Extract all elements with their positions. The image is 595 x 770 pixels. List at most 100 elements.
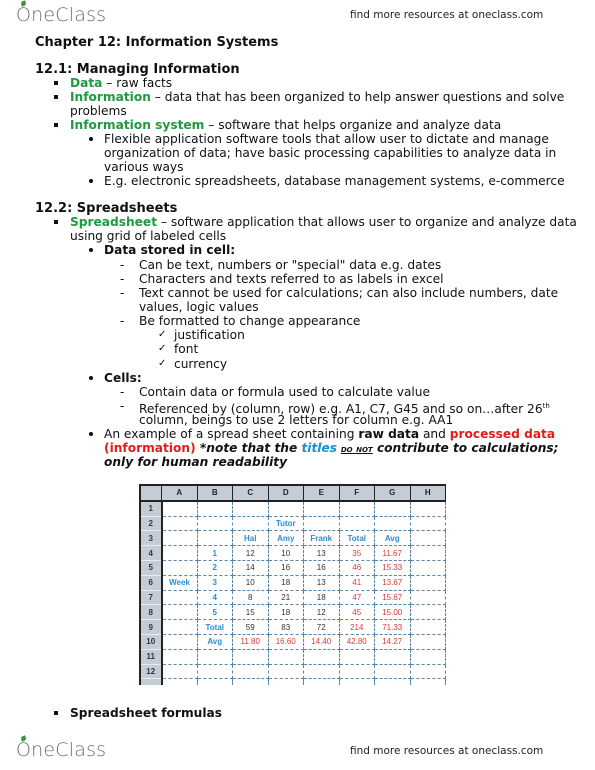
cell xyxy=(268,678,304,686)
cell: 13 xyxy=(303,545,340,561)
sub-item-continuation: organization of data; have basic process… xyxy=(104,146,557,160)
sheet-row: 1 xyxy=(141,500,446,517)
list-item-data: Data – raw facts xyxy=(53,76,172,90)
cell: 12 xyxy=(303,604,340,621)
cell: 47 xyxy=(339,590,375,606)
sub-item: Flexible application software tools that… xyxy=(89,132,549,146)
cell: 14.27 xyxy=(374,634,411,650)
cell: 41 xyxy=(339,575,375,591)
note-text: contribute to calculations; xyxy=(372,441,559,455)
term-data: Data xyxy=(70,76,103,90)
cell: 15.00 xyxy=(374,604,411,621)
column-header-c: C xyxy=(232,486,269,502)
list-item-continuation: problems xyxy=(70,104,127,118)
cell: 35 xyxy=(339,545,375,561)
cell xyxy=(141,678,163,686)
resources-link[interactable]: find more resources at oneclass.com xyxy=(350,9,543,21)
text: An example of a spread sheet containing xyxy=(104,427,359,441)
example-line-1: An example of a spread sheet containing … xyxy=(88,427,556,441)
list-item-continuation: using grid of labeled cells xyxy=(70,229,227,243)
column-header-e: E xyxy=(303,486,340,502)
cell xyxy=(161,649,198,665)
corner-cell xyxy=(141,486,162,502)
cells-heading: Cells: xyxy=(89,371,142,385)
cell: 15.33 xyxy=(374,560,411,576)
oneclass-logo[interactable]: OneClass xyxy=(16,735,107,761)
sheet-row: 11 xyxy=(141,649,446,665)
sub-item-continuation: various ways xyxy=(104,160,184,174)
cell xyxy=(374,500,411,517)
cell: 2 xyxy=(197,560,233,576)
cell xyxy=(339,664,375,680)
row-header: 7 xyxy=(141,590,163,606)
column-header-a: A xyxy=(161,486,198,502)
cell xyxy=(161,545,198,561)
dash-item-continuation: values, logic values xyxy=(139,300,259,314)
cell: 21 xyxy=(268,590,304,606)
cell: Avg xyxy=(374,530,411,547)
information-text: (information) xyxy=(104,441,196,455)
cell xyxy=(303,516,340,532)
cell: Total xyxy=(197,619,233,635)
cell xyxy=(161,619,198,635)
term-information-system: Information system xyxy=(70,118,205,132)
check-item: justification xyxy=(158,328,245,342)
column-header-d: D xyxy=(268,486,304,502)
titles-text: titles xyxy=(301,441,337,455)
definition-text: – data that has been organized to help a… xyxy=(150,90,565,104)
cell: 16 xyxy=(303,560,340,576)
definition-text: – software that helps organize and analy… xyxy=(204,118,502,132)
column-header-h: H xyxy=(410,486,446,502)
cell: 3 xyxy=(197,575,233,591)
cell xyxy=(197,530,233,547)
cell: 11.67 xyxy=(374,545,411,561)
cell xyxy=(374,516,411,532)
cell: Total xyxy=(339,530,375,547)
cell xyxy=(410,619,446,635)
cell: 11.80 xyxy=(232,634,269,650)
cell xyxy=(268,649,304,665)
row-header: 11 xyxy=(141,649,163,665)
cell xyxy=(161,500,198,517)
cell xyxy=(161,634,198,650)
cell xyxy=(232,516,269,532)
cell: Frank xyxy=(303,530,340,547)
cell: 18 xyxy=(268,604,304,621)
cell: 15.67 xyxy=(374,590,411,606)
logo-text: OneClass xyxy=(16,4,107,26)
cell xyxy=(161,678,198,686)
example-line-3: only for human readability xyxy=(104,455,288,469)
cell: 18 xyxy=(268,575,304,591)
sub-item: E.g. electronic spreadsheets, database m… xyxy=(89,174,565,188)
processed-data-text: processed data xyxy=(449,427,556,441)
cell xyxy=(303,664,340,680)
row-header: 2 xyxy=(141,516,163,532)
cell xyxy=(161,530,198,547)
sheet-row: 8 5 15 18 12 45 15.00 xyxy=(141,604,446,621)
cell xyxy=(410,604,446,621)
cell xyxy=(410,500,446,517)
logo-text: OneClass xyxy=(16,739,107,761)
cell: 214 xyxy=(339,619,375,635)
sheet-row: 12 xyxy=(141,664,446,680)
raw-data-text: raw data xyxy=(358,427,420,441)
cell: 42.80 xyxy=(339,634,375,650)
cell xyxy=(339,678,375,686)
row-header: 3 xyxy=(141,530,163,547)
column-header-b: B xyxy=(197,486,233,502)
cell xyxy=(232,678,269,686)
definition-text: – software application that allows user … xyxy=(157,215,577,229)
cell xyxy=(374,678,411,686)
cell xyxy=(268,500,304,517)
row-header: 10 xyxy=(141,634,163,650)
sheet-row: 6 Week 3 10 18 13 41 13.67 xyxy=(141,575,446,591)
row-header: 8 xyxy=(141,604,163,621)
term-information: Information xyxy=(70,90,151,104)
row-header: 4 xyxy=(141,545,163,561)
resources-link[interactable]: find more resources at oneclass.com xyxy=(350,745,543,757)
sheet-row: 7 4 8 21 18 47 15.67 xyxy=(141,590,446,606)
oneclass-logo[interactable]: OneClass xyxy=(16,0,107,26)
cell: Avg xyxy=(197,634,233,650)
cell: 18 xyxy=(303,590,340,606)
row-header: 1 xyxy=(141,500,163,517)
